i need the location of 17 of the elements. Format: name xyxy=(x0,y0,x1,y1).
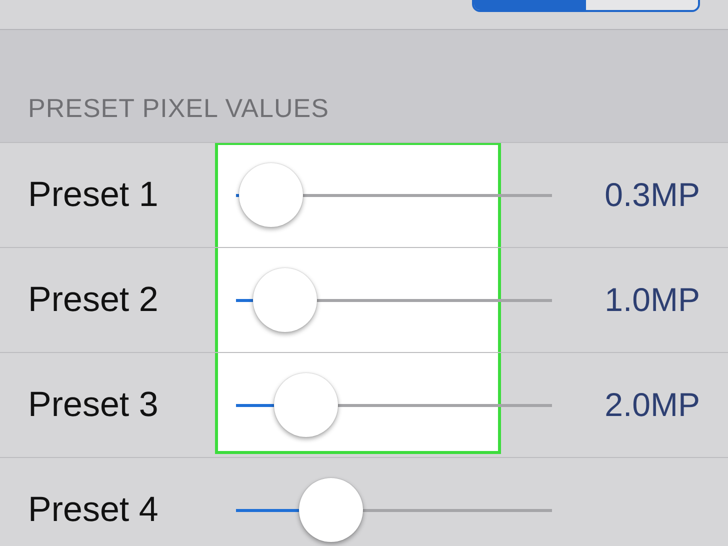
value-text: 1.0MP xyxy=(604,281,700,319)
row-label: Preset 1 xyxy=(28,175,160,215)
row-label: Preset 4 xyxy=(28,490,160,530)
slider-fill xyxy=(236,509,299,512)
slider[interactable] xyxy=(236,372,552,438)
value-text: 0.3MP xyxy=(604,176,700,214)
slider-fill xyxy=(236,194,239,197)
slider[interactable] xyxy=(236,477,552,543)
slider-thumb[interactable] xyxy=(298,478,363,542)
value-text: 2.0MP xyxy=(604,386,700,424)
slider-fill xyxy=(236,404,274,407)
slider-fill xyxy=(236,299,253,302)
row-label: Preset 3 xyxy=(28,385,160,425)
section-header: PRESET PIXEL VALUES xyxy=(28,93,329,124)
slider[interactable] xyxy=(236,267,552,333)
row-label: Preset 2 xyxy=(28,280,160,320)
slider[interactable] xyxy=(236,162,552,228)
